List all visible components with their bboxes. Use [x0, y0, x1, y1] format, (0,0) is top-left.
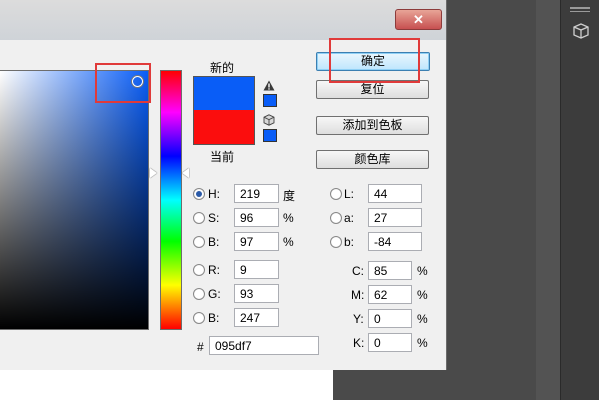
new-color-swatch — [194, 77, 254, 110]
radio-h[interactable] — [193, 188, 205, 200]
radio-lab-b[interactable] — [330, 236, 342, 248]
3d-cube-panel-icon[interactable] — [572, 22, 590, 40]
web-safe-color-swatch[interactable] — [263, 129, 277, 142]
m-field[interactable]: 62 — [368, 285, 412, 304]
new-color-label: 新的 — [210, 61, 235, 75]
radio-l[interactable] — [330, 188, 342, 200]
annotation-box-cursor — [95, 63, 151, 103]
y-label: Y: — [353, 312, 364, 326]
c-field[interactable]: 85 — [368, 261, 412, 280]
color-libraries-button[interactable]: 颜色库 — [316, 150, 429, 169]
document-canvas[interactable] — [0, 370, 333, 400]
panel-dock-strip — [560, 0, 599, 400]
blue-label: B: — [208, 311, 220, 325]
k-unit: % — [417, 336, 428, 350]
c-unit: % — [417, 264, 428, 278]
hex-label: # — [197, 340, 204, 354]
r-field[interactable]: 9 — [234, 260, 279, 279]
radio-blue[interactable] — [193, 312, 205, 324]
color-picker-dialog: ✕ 新的 当前 确定 复位 添加到色板 颜色库 H: 219 度 S: 96 %… — [0, 0, 447, 370]
dialog-titlebar[interactable] — [0, 0, 446, 40]
radio-s[interactable] — [193, 212, 205, 224]
k-field[interactable]: 0 — [368, 333, 412, 352]
s-label: S: — [208, 211, 220, 225]
brightness-label: B: — [208, 235, 220, 249]
blue-field[interactable]: 247 — [234, 308, 279, 327]
web-safe-cube-icon[interactable] — [263, 114, 275, 126]
radio-r[interactable] — [193, 264, 205, 276]
hue-slider-left-arrow-icon[interactable] — [150, 168, 157, 178]
radio-brightness[interactable] — [193, 236, 205, 248]
lab-b-field[interactable]: -84 — [368, 232, 422, 251]
brightness-field[interactable]: 97 — [234, 232, 279, 251]
y-unit: % — [417, 312, 428, 326]
annotation-box-ok — [329, 38, 420, 83]
close-button[interactable]: ✕ — [395, 9, 442, 30]
current-color-label: 当前 — [210, 150, 235, 164]
h-unit: 度 — [283, 189, 296, 203]
l-field[interactable]: 44 — [368, 184, 422, 203]
radio-a[interactable] — [330, 212, 342, 224]
add-to-swatches-button[interactable]: 添加到色板 — [316, 116, 429, 135]
radio-g[interactable] — [193, 288, 205, 300]
m-label: M: — [351, 288, 365, 302]
r-label: R: — [208, 263, 220, 277]
a-field[interactable]: 27 — [368, 208, 422, 227]
saturation-brightness-field[interactable] — [0, 70, 149, 330]
a-label: a: — [344, 211, 355, 225]
current-color-swatch[interactable] — [194, 110, 254, 144]
h-label: H: — [208, 187, 220, 201]
lab-b-label: b: — [344, 235, 355, 249]
g-field[interactable]: 93 — [234, 284, 279, 303]
hue-slider-right-arrow-icon[interactable] — [182, 168, 189, 178]
m-unit: % — [417, 288, 428, 302]
panel-collapse-icon[interactable] — [570, 2, 590, 12]
color-preview — [193, 76, 255, 145]
s-unit: % — [283, 211, 294, 225]
out-of-gamut-warning-icon[interactable] — [263, 80, 275, 91]
s-field[interactable]: 96 — [234, 208, 279, 227]
l-label: L: — [344, 187, 355, 201]
h-field[interactable]: 219 — [234, 184, 279, 203]
c-label: C: — [352, 264, 364, 278]
hex-field[interactable]: 095df7 — [209, 336, 319, 355]
brightness-unit: % — [283, 235, 294, 249]
g-label: G: — [208, 287, 221, 301]
k-label: K: — [353, 336, 365, 350]
hue-slider[interactable] — [160, 70, 182, 330]
gamut-color-swatch[interactable] — [263, 94, 277, 107]
y-field[interactable]: 0 — [368, 309, 412, 328]
